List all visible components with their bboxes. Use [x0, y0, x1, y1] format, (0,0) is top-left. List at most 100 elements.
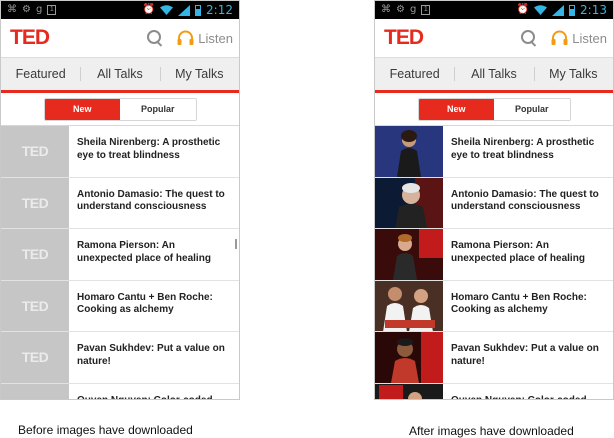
search-icon[interactable] [521, 30, 537, 46]
talk-title: Quyen Nguyen: Color-coded [77, 394, 213, 400]
battery-icon [569, 4, 576, 16]
status-bar: ⌘ ⚙ g 1 ⏰ 2:13 [375, 1, 613, 19]
google-icon: g [409, 4, 417, 15]
listen-label: Listen [198, 30, 233, 46]
talk-row[interactable]: Quyen Nguyen: Color-coded [375, 383, 613, 400]
talk-row[interactable]: TED Quyen Nguyen: Color-coded [1, 383, 239, 400]
thumbnail-placeholder: TED [1, 383, 69, 399]
speaker-thumbnail [375, 126, 443, 177]
clock: 2:12 [206, 3, 233, 17]
tab-featured[interactable]: Featured [375, 58, 454, 90]
signal-icon [552, 4, 565, 16]
placeholder-ted-logo: TED [21, 194, 49, 211]
talk-row[interactable]: Sheila Nirenberg: A prosthetic eye to tr… [375, 126, 613, 178]
speaker-thumbnail [375, 229, 443, 280]
speaker-thumbnail [375, 177, 443, 228]
listen-label: Listen [572, 30, 607, 46]
talk-title: Homaro Cantu + Ben Roche: Cooking as alc… [77, 291, 213, 316]
placeholder-ted-logo: TED [21, 349, 49, 366]
talk-title: Ramona Pierson: An unexpected place of h… [77, 240, 211, 264]
tab-featured[interactable]: Featured [1, 58, 80, 90]
speaker-photo [375, 280, 443, 331]
google-icon: g [35, 4, 43, 15]
scrollbar[interactable] [235, 239, 237, 249]
placeholder-ted-logo: TED [21, 246, 49, 263]
alarm-icon: ⏰ [142, 4, 156, 15]
talk-title: Sheila Nirenberg: A prosthetic eye to tr… [451, 137, 595, 161]
talk-row[interactable]: Homaro Cantu + Ben Roche: Cooking as alc… [375, 280, 613, 332]
talk-list: Sheila Nirenberg: A prosthetic eye to tr… [375, 126, 613, 400]
caption-before: Before images have downloaded [18, 423, 193, 437]
speaker-photo [375, 383, 443, 399]
talk-title: Pavan Sukhdev: Put a value on nature! [77, 343, 225, 367]
wifi-icon [534, 5, 548, 15]
listen-button[interactable]: Listen [177, 30, 233, 46]
thumbnail-placeholder: TED [1, 229, 69, 280]
talk-row[interactable]: TED Sheila Nirenberg: A prosthetic eye t… [1, 126, 239, 178]
notification-box-icon: 1 [47, 5, 57, 15]
ted-logo: TED [10, 26, 50, 49]
talk-title: Quyen Nguyen: Color-coded [451, 394, 587, 400]
tab-bar: Featured All Talks My Talks [375, 57, 613, 90]
sort-segmented-control: New Popular [417, 97, 571, 121]
usb-icon: ⌘ [7, 4, 17, 15]
tab-my-talks[interactable]: My Talks [159, 58, 239, 90]
search-icon[interactable] [147, 30, 163, 46]
new-segment-button[interactable]: New [44, 98, 120, 120]
signal-icon [178, 4, 191, 16]
talk-title: Ramona Pierson: An unexpected place of h… [451, 240, 585, 264]
speaker-thumbnail [375, 383, 443, 399]
tab-all-talks[interactable]: All Talks [454, 58, 533, 90]
notification-box-icon: 1 [421, 5, 431, 15]
speaker-photo [375, 229, 443, 280]
talk-list: TED Sheila Nirenberg: A prosthetic eye t… [1, 126, 239, 400]
tab-bar: Featured All Talks My Talks [1, 57, 239, 90]
tab-my-talks[interactable]: My Talks [533, 58, 613, 90]
talk-row[interactable]: TED Pavan Sukhdev: Put a value on nature… [1, 332, 239, 384]
thumbnail-placeholder: TED [1, 177, 69, 228]
listen-button[interactable]: Listen [551, 30, 607, 46]
headphones-icon [177, 30, 194, 45]
talk-row[interactable]: Pavan Sukhdev: Put a value on nature! [375, 332, 613, 384]
talk-title: Homaro Cantu + Ben Roche: Cooking as alc… [451, 291, 587, 316]
popular-segment-button[interactable]: Popular [494, 98, 570, 120]
talk-row[interactable]: TED Ramona Pierson: An unexpected place … [1, 229, 239, 281]
phone-after-images: ⌘ ⚙ g 1 ⏰ 2:13 TED Listen Featured All T… [374, 0, 614, 400]
talk-row[interactable]: TED Homaro Cantu + Ben Roche: Cooking as… [1, 280, 239, 332]
talk-row[interactable]: Ramona Pierson: An unexpected place of h… [375, 229, 613, 281]
talk-title: Antonio Damasio: The quest to understand… [451, 188, 599, 213]
talk-row[interactable]: Antonio Damasio: The quest to understand… [375, 177, 613, 229]
speaker-thumbnail [375, 332, 443, 383]
speaker-photo [375, 177, 443, 228]
alarm-icon: ⏰ [516, 4, 530, 15]
sort-segment-bar: New Popular [375, 93, 613, 126]
placeholder-ted-logo: TED [21, 143, 49, 160]
tab-all-talks[interactable]: All Talks [80, 58, 159, 90]
battery-icon [195, 4, 202, 16]
clock: 2:13 [580, 3, 607, 17]
thumbnail-placeholder: TED [1, 126, 69, 177]
sort-segmented-control: New Popular [43, 97, 197, 121]
android-icon: ⚙ [22, 4, 31, 15]
app-header: TED Listen [1, 19, 239, 57]
speaker-thumbnail [375, 280, 443, 331]
talk-title: Pavan Sukhdev: Put a value on nature! [451, 343, 599, 367]
caption-after: After images have downloaded [409, 424, 574, 438]
thumbnail-placeholder: TED [1, 332, 69, 383]
talk-title: Sheila Nirenberg: A prosthetic eye to tr… [77, 137, 221, 161]
app-header: TED Listen [375, 19, 613, 57]
sort-segment-bar: New Popular [1, 93, 239, 126]
wifi-icon [160, 5, 174, 15]
phone-before-images: ⌘ ⚙ g 1 ⏰ 2:12 TED Listen Featured All T… [0, 0, 240, 400]
talk-row[interactable]: TED Antonio Damasio: The quest to unders… [1, 177, 239, 229]
speaker-photo [375, 126, 443, 177]
status-bar: ⌘ ⚙ g 1 ⏰ 2:12 [1, 1, 239, 19]
popular-segment-button[interactable]: Popular [120, 98, 196, 120]
talk-title: Antonio Damasio: The quest to understand… [77, 188, 225, 213]
headphones-icon [551, 30, 568, 45]
speaker-photo [375, 332, 443, 383]
thumbnail-placeholder: TED [1, 280, 69, 331]
new-segment-button[interactable]: New [418, 98, 494, 120]
android-icon: ⚙ [396, 4, 405, 15]
placeholder-ted-logo: TED [21, 297, 49, 314]
